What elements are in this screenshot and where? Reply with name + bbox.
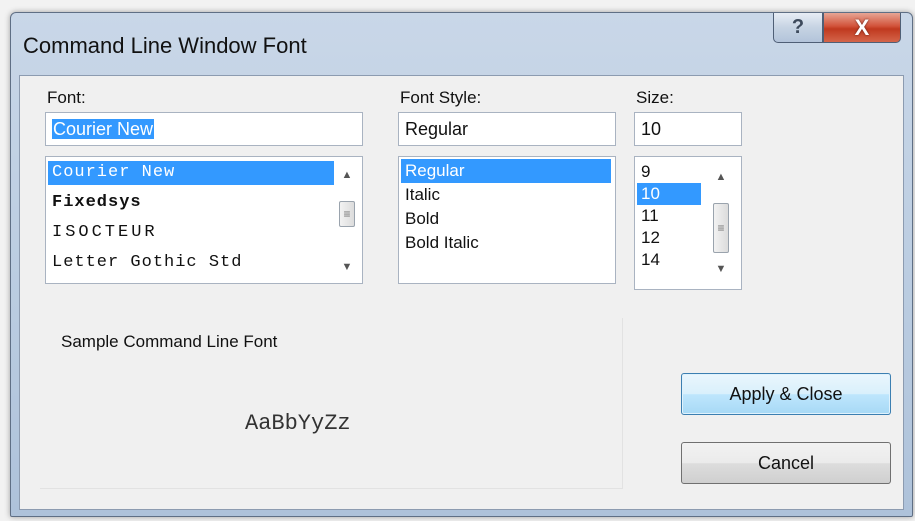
size-scroll-down-arrow-icon[interactable]: ▼: [713, 261, 729, 277]
dialog-body: Font: Courier New Courier New Fixedsys I…: [19, 75, 904, 510]
size-label: Size:: [636, 88, 674, 107]
size-scroll-thumb[interactable]: ≡: [713, 203, 729, 253]
font-dialog-window: Command Line Window Font ? X Font: Couri…: [10, 12, 913, 517]
font-listbox[interactable]: Courier New Fixedsys ISOCTEUR Letter Got…: [45, 156, 363, 284]
size-scroll-up-arrow-icon[interactable]: ▲: [713, 169, 729, 185]
help-icon: ?: [791, 16, 805, 38]
close-icon: X: [854, 14, 870, 40]
title-bar[interactable]: Command Line Window Font ? X: [11, 13, 912, 75]
size-item-9[interactable]: 9: [637, 161, 701, 183]
style-item-italic[interactable]: Italic: [401, 183, 440, 207]
scroll-thumb[interactable]: ≡: [339, 201, 355, 227]
font-item-isocteur[interactable]: ISOCTEUR: [48, 221, 158, 245]
font-item-letter-gothic-std[interactable]: Letter Gothic Std: [48, 251, 242, 275]
font-item-courier-new[interactable]: Courier New: [48, 161, 334, 185]
size-item-11[interactable]: 11: [637, 205, 701, 227]
scroll-down-arrow-icon[interactable]: ▼: [339, 259, 355, 275]
size-item-14[interactable]: 14: [637, 249, 701, 271]
font-style-listbox[interactable]: Regular Italic Bold Bold Italic: [398, 156, 616, 284]
apply-close-button[interactable]: Apply & Close: [681, 373, 891, 415]
sample-label: Sample Command Line Font: [61, 332, 278, 351]
scroll-up-arrow-icon[interactable]: ▲: [339, 167, 355, 183]
style-item-bold-italic[interactable]: Bold Italic: [401, 231, 479, 255]
cancel-button[interactable]: Cancel: [681, 442, 891, 484]
size-item-10[interactable]: 10: [637, 183, 701, 205]
help-button[interactable]: ?: [773, 13, 823, 43]
font-input[interactable]: Courier New: [45, 112, 363, 146]
font-style-label: Font Style:: [400, 88, 482, 107]
font-style-input[interactable]: Regular: [398, 112, 616, 146]
font-input-value: Courier New: [52, 119, 155, 139]
size-input[interactable]: 10: [634, 112, 742, 146]
size-listbox[interactable]: 9 10 11 12 14 ▲ ≡ ▼: [634, 156, 742, 290]
sample-preview-text: AaBbYyZz: [245, 411, 351, 436]
font-item-fixedsys[interactable]: Fixedsys: [48, 191, 142, 215]
style-item-regular[interactable]: Regular: [401, 159, 611, 183]
size-item-12[interactable]: 12: [637, 227, 701, 249]
window-title: Command Line Window Font: [23, 33, 307, 58]
close-button[interactable]: X: [823, 13, 901, 43]
font-label: Font:: [47, 88, 86, 107]
style-item-bold[interactable]: Bold: [401, 207, 439, 231]
